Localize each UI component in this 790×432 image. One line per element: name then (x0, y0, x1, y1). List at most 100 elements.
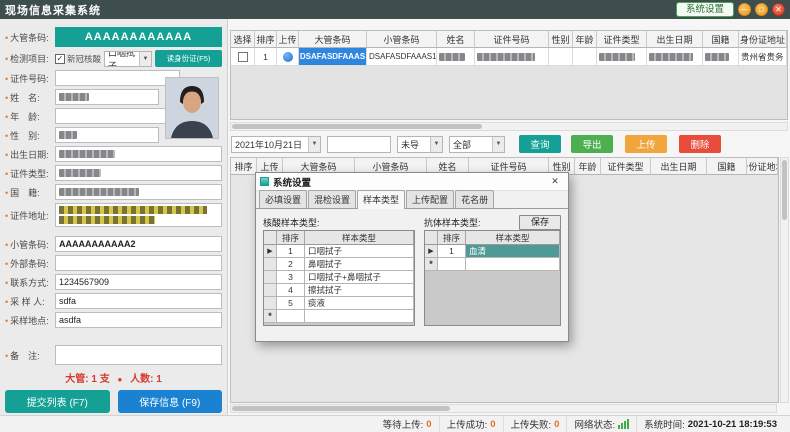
column-header-age[interactable]: 年龄 (573, 31, 597, 48)
column-header-nationality[interactable]: 国籍 (707, 158, 747, 175)
column-header-order[interactable]: 排序 (255, 31, 277, 48)
gender-cell[interactable] (549, 48, 573, 66)
birth-date-field[interactable] (55, 146, 222, 162)
covid-test-checkbox[interactable]: ✓ (55, 54, 65, 64)
column-header-id-number[interactable]: 证件号码 (475, 31, 549, 48)
scope-select[interactable]: 全部 ▼ (449, 136, 505, 153)
grid-new-row[interactable]: * (264, 310, 414, 323)
grid-row[interactable]: 2 鼻咽拭子 (264, 258, 414, 271)
order-cell[interactable] (438, 258, 466, 271)
name-cell[interactable] (437, 48, 475, 66)
results-table-vscrollbar[interactable] (780, 157, 789, 403)
column-header-order[interactable]: 排序 (231, 158, 257, 175)
read-id-card-button[interactable]: 读身份证(F5) (155, 50, 222, 67)
records-table-hscrollbar[interactable] (230, 122, 788, 131)
name-field[interactable] (55, 89, 159, 105)
order-cell[interactable]: 5 (277, 297, 305, 310)
grid-column-order[interactable]: 排序 (438, 231, 466, 245)
age-cell[interactable] (573, 48, 597, 66)
column-header-age[interactable]: 年龄 (575, 158, 601, 175)
grid-row[interactable]: 5 痰液 (264, 297, 414, 310)
column-header-gender[interactable]: 性别 (549, 31, 573, 48)
column-header-birth-date[interactable]: 出生日期 (647, 31, 703, 48)
order-cell[interactable]: 1 (255, 48, 277, 66)
grid-row[interactable]: 3 口咽拭子+鼻咽拭子 (264, 271, 414, 284)
address-cell[interactable]: 贵州省贵务 (739, 48, 787, 66)
main-barcode-display[interactable]: AAAAAAAAAAAA (55, 27, 222, 47)
id-type-field[interactable] (55, 165, 222, 181)
id-address-field[interactable] (55, 203, 222, 227)
tab-required-settings[interactable]: 必填设置 (259, 190, 307, 208)
save-info-button[interactable]: 保存信息 (F9) (118, 390, 223, 413)
grid-column-order[interactable]: 排序 (277, 231, 305, 245)
small-barcode-cell[interactable]: DSAFASDFAAAS1 (367, 48, 437, 66)
chevron-down-icon[interactable]: ▼ (139, 52, 151, 66)
tab-sample-type[interactable]: 样本类型 (357, 190, 405, 209)
birth-date-cell[interactable] (647, 48, 703, 66)
column-header-small-barcode[interactable]: 小管条码 (367, 31, 437, 48)
id-number-cell[interactable] (475, 48, 549, 66)
record-row[interactable]: 1 DSAFASDFAAAS DSAFASDFAAAS1 贵州省贵务 (231, 48, 787, 66)
sampler-input[interactable] (55, 293, 222, 309)
id-number-input[interactable] (55, 70, 180, 86)
gender-field[interactable] (55, 127, 159, 143)
query-button[interactable]: 查询 (519, 135, 561, 153)
scrollbar-thumb[interactable] (782, 160, 787, 220)
tab-roster[interactable]: 花名册 (455, 190, 494, 208)
grid-row[interactable]: ▶ 1 口咽拭子 (264, 245, 414, 258)
column-header-name[interactable]: 姓名 (437, 31, 475, 48)
export-button[interactable]: 导出 (571, 135, 613, 153)
row-checkbox[interactable] (238, 52, 248, 62)
delete-button[interactable]: 删除 (679, 135, 721, 153)
grid-row[interactable]: 4 擦拭拭子 (264, 284, 414, 297)
order-cell[interactable]: 2 (277, 258, 305, 271)
select-cell[interactable] (231, 48, 255, 66)
scrollbar-thumb[interactable] (232, 406, 450, 411)
grid-column-sample-type[interactable]: 样本类型 (466, 231, 560, 245)
tab-mixed-settings[interactable]: 混检设置 (308, 190, 356, 208)
order-cell[interactable]: 1 (438, 245, 466, 258)
age-input[interactable] (55, 108, 180, 124)
nationality-cell[interactable] (703, 48, 739, 66)
date-select[interactable]: 2021年10月21日 ▼ (231, 136, 321, 153)
nationality-field[interactable] (55, 184, 222, 200)
column-header-id-address[interactable]: 身份证地址 (739, 31, 787, 48)
order-cell[interactable]: 1 (277, 245, 305, 258)
dialog-titlebar[interactable]: 系统设置 ✕ (256, 173, 568, 191)
external-barcode-input[interactable] (55, 255, 222, 271)
dialog-close-icon[interactable]: ✕ (546, 176, 564, 187)
column-header-id-type[interactable]: 证件类型 (597, 31, 647, 48)
sample-type-cell[interactable]: 鼻咽拭子 (305, 258, 414, 271)
column-header-id-address[interactable]: 身份证地址 (747, 158, 778, 175)
sample-type-cell[interactable] (466, 258, 560, 271)
column-header-upload[interactable]: 上传 (277, 31, 299, 48)
order-cell[interactable] (277, 310, 305, 323)
chevron-down-icon[interactable]: ▼ (308, 137, 320, 152)
sample-type-cell-selected[interactable]: 血清 (466, 245, 560, 258)
upload-status-cell[interactable] (277, 48, 299, 66)
system-settings-button[interactable]: 系统设置 (676, 2, 734, 17)
results-table-hscrollbar[interactable] (230, 404, 777, 413)
id-type-cell[interactable] (597, 48, 647, 66)
small-barcode-input[interactable] (55, 236, 222, 252)
grid-column-sample-type[interactable]: 样本类型 (305, 231, 414, 245)
sample-type-cell[interactable] (305, 310, 414, 323)
scrollbar-thumb[interactable] (232, 124, 482, 129)
contact-input[interactable] (55, 274, 222, 290)
sample-type-select[interactable]: 口咽拭子 ▼ (104, 51, 152, 67)
sample-type-cell[interactable]: 痰液 (305, 297, 414, 310)
sample-type-cell[interactable]: 口咽拭子 (305, 245, 414, 258)
column-header-id-type[interactable]: 证件类型 (601, 158, 651, 175)
column-header-nationality[interactable]: 国籍 (703, 31, 739, 48)
keyword-input[interactable] (327, 136, 391, 153)
sample-type-cell[interactable]: 口咽拭子+鼻咽拭子 (305, 271, 414, 284)
chevron-down-icon[interactable]: ▼ (492, 137, 504, 152)
close-icon[interactable]: ✕ (772, 3, 785, 16)
column-header-big-barcode[interactable]: 大管条码 (299, 31, 367, 48)
grid-row[interactable]: ▶ 1 血清 (425, 245, 560, 258)
sample-type-cell[interactable]: 擦拭拭子 (305, 284, 414, 297)
submit-list-button[interactable]: 提交列表 (F7) (5, 390, 110, 413)
dialog-save-button[interactable]: 保存 (519, 215, 561, 230)
chevron-down-icon[interactable]: ▼ (430, 137, 442, 152)
sample-location-input[interactable] (55, 312, 222, 328)
